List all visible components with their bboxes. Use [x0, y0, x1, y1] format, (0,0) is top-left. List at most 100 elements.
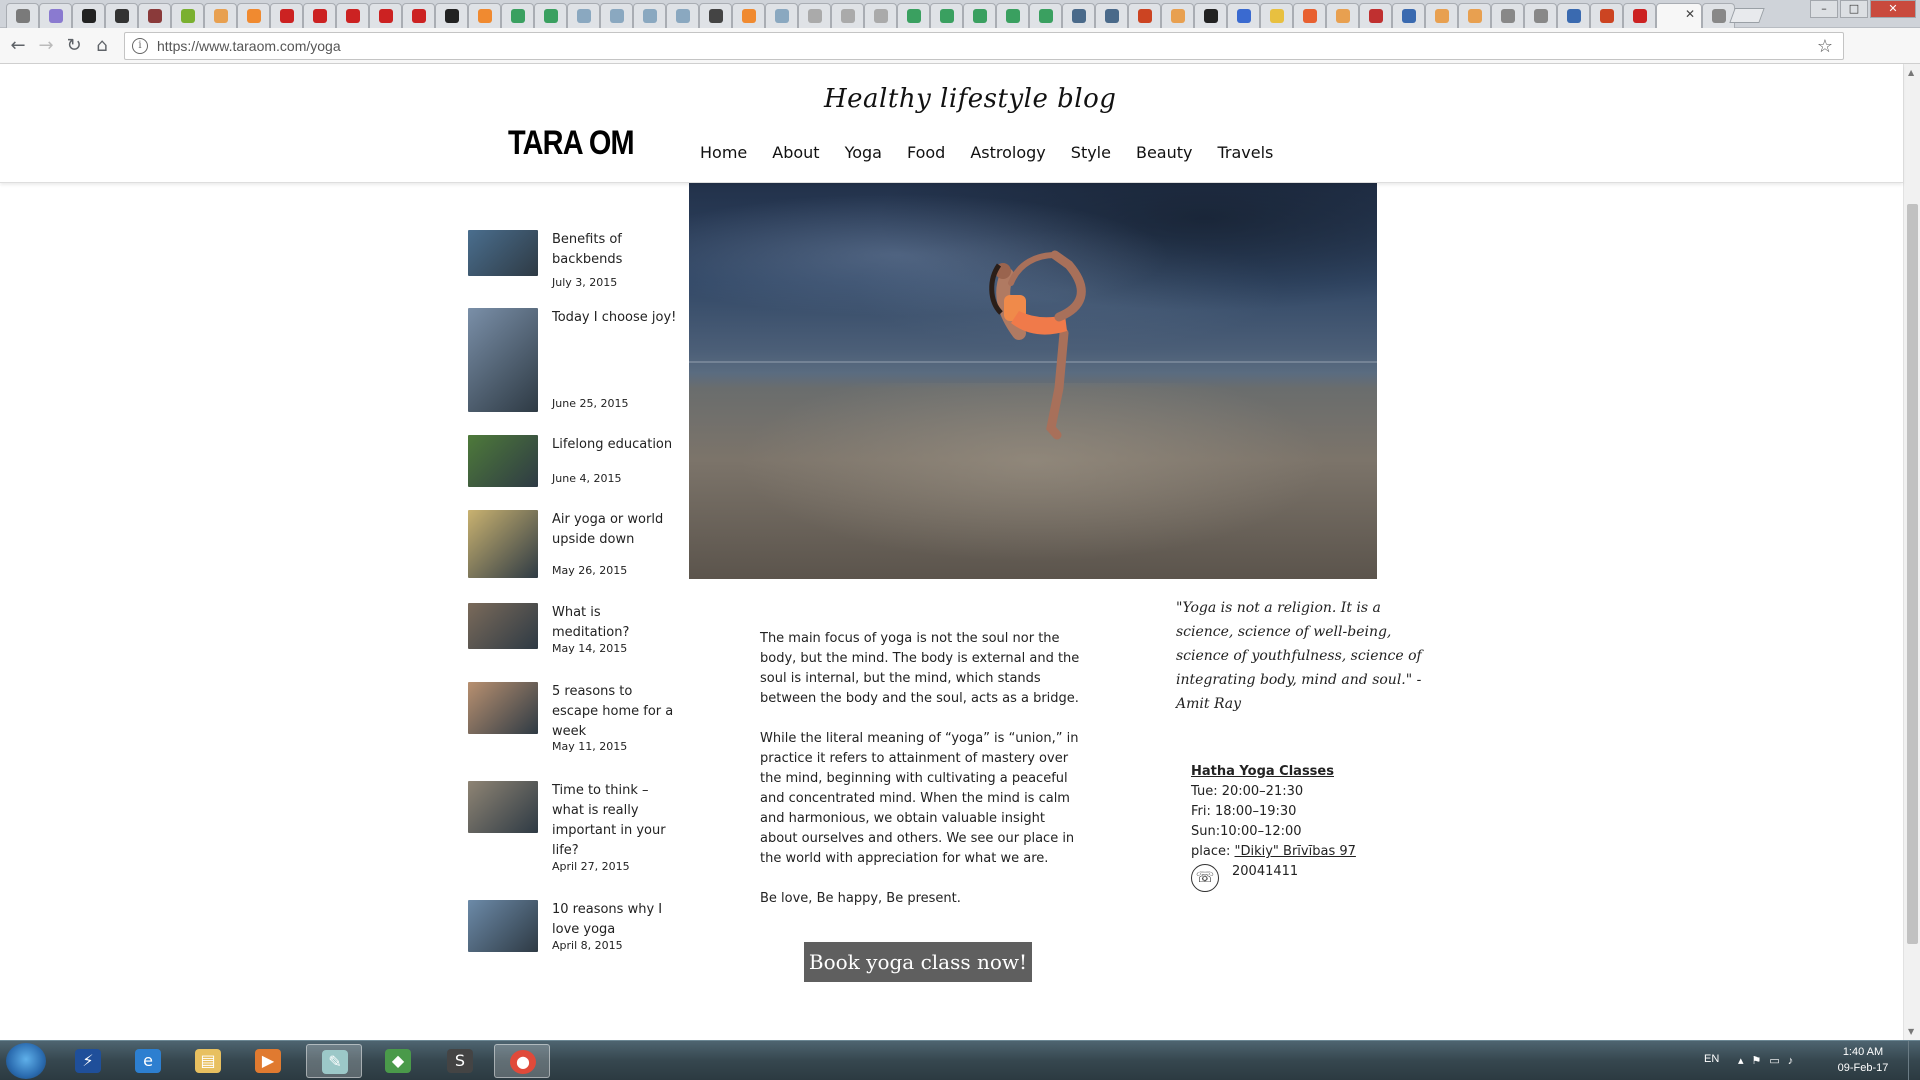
browser-tab[interactable]: [72, 3, 105, 28]
taskbar-app[interactable]: ◆: [370, 1044, 426, 1078]
post-title[interactable]: Today I choose joy!: [552, 308, 677, 328]
post-thumbnail[interactable]: [468, 230, 538, 276]
nav-item-about[interactable]: About: [772, 143, 819, 162]
browser-tab[interactable]: [39, 3, 72, 28]
browser-tab[interactable]: [369, 3, 402, 28]
post-thumbnail[interactable]: [468, 435, 538, 487]
browser-tab[interactable]: [699, 3, 732, 28]
post-title[interactable]: Time to think – what is really important…: [552, 781, 677, 861]
browser-tab[interactable]: [534, 3, 567, 28]
browser-tab-active[interactable]: ✕: [1656, 3, 1702, 28]
taskbar-app[interactable]: e: [120, 1044, 176, 1078]
place-link[interactable]: "Dikiy" Brīvības 97: [1235, 844, 1356, 859]
browser-tab[interactable]: [600, 3, 633, 28]
browser-tab[interactable]: [930, 3, 963, 28]
browser-tab[interactable]: [1425, 3, 1458, 28]
taskbar-app[interactable]: ✎: [306, 1044, 362, 1078]
browser-tab[interactable]: [732, 3, 765, 28]
browser-tab[interactable]: [501, 3, 534, 28]
browser-tab[interactable]: [1095, 3, 1128, 28]
nav-item-astrology[interactable]: Astrology: [970, 143, 1045, 162]
browser-tab[interactable]: [6, 3, 39, 28]
browser-tab[interactable]: [1326, 3, 1359, 28]
browser-tab[interactable]: [1359, 3, 1392, 28]
post-thumbnail[interactable]: [468, 781, 538, 833]
site-info-icon[interactable]: i: [132, 38, 148, 54]
browser-tab[interactable]: [633, 3, 666, 28]
post-thumbnail[interactable]: [468, 603, 538, 649]
browser-tab[interactable]: [666, 3, 699, 28]
taskbar-app[interactable]: S: [432, 1044, 488, 1078]
post-thumbnail[interactable]: [468, 900, 538, 952]
page-scrollbar[interactable]: ▲ ▼: [1903, 64, 1920, 1040]
maximize-button[interactable]: □: [1840, 0, 1868, 18]
address-url[interactable]: https://www.taraom.com/yoga: [157, 38, 341, 54]
post-title[interactable]: Lifelong education: [552, 435, 677, 455]
phone-number[interactable]: 20041411: [1232, 862, 1298, 882]
browser-tab[interactable]: [897, 3, 930, 28]
browser-tab[interactable]: [435, 3, 468, 28]
browser-tab[interactable]: [1293, 3, 1326, 28]
post-thumbnail[interactable]: [468, 510, 538, 578]
browser-tab[interactable]: [105, 3, 138, 28]
back-button[interactable]: ←: [6, 34, 30, 58]
post-title[interactable]: 5 reasons to escape home for a week: [552, 682, 677, 742]
browser-tab[interactable]: [171, 3, 204, 28]
browser-tab[interactable]: [1392, 3, 1425, 28]
browser-tab[interactable]: [336, 3, 369, 28]
minimize-button[interactable]: –: [1810, 0, 1838, 18]
browser-tab[interactable]: [1128, 3, 1161, 28]
post-thumbnail[interactable]: [468, 308, 538, 412]
show-desktop-button[interactable]: [1908, 1041, 1920, 1080]
browser-tab[interactable]: [1491, 3, 1524, 28]
scroll-down-icon[interactable]: ▼: [1908, 1027, 1914, 1036]
post-title[interactable]: 10 reasons why I love yoga: [552, 900, 677, 940]
classes-title[interactable]: Hatha Yoga Classes: [1191, 762, 1356, 782]
browser-tab[interactable]: [1557, 3, 1590, 28]
browser-tab[interactable]: [765, 3, 798, 28]
browser-tab[interactable]: [1029, 3, 1062, 28]
start-button[interactable]: [6, 1043, 46, 1079]
browser-tab[interactable]: [204, 3, 237, 28]
nav-item-beauty[interactable]: Beauty: [1136, 143, 1193, 162]
taskbar-app[interactable]: ▶: [240, 1044, 296, 1078]
clock-date[interactable]: 09-Feb-17: [1828, 1062, 1898, 1074]
browser-tab[interactable]: [996, 3, 1029, 28]
nav-item-home[interactable]: Home: [700, 143, 747, 162]
nav-item-food[interactable]: Food: [907, 143, 945, 162]
nav-item-yoga[interactable]: Yoga: [845, 143, 882, 162]
nav-item-travels[interactable]: Travels: [1217, 143, 1273, 162]
bookmark-star-icon[interactable]: ☆: [1817, 36, 1833, 57]
close-window-button[interactable]: ✕: [1870, 0, 1916, 18]
browser-tab[interactable]: [1194, 3, 1227, 28]
reload-button[interactable]: ↻: [62, 34, 86, 58]
post-thumbnail[interactable]: [468, 682, 538, 734]
address-bar[interactable]: i https://www.taraom.com/yoga ☆: [124, 32, 1844, 60]
scroll-up-icon[interactable]: ▲: [1908, 68, 1914, 77]
browser-tab[interactable]: [1590, 3, 1623, 28]
browser-tab[interactable]: [1458, 3, 1491, 28]
browser-tab[interactable]: [1702, 3, 1735, 28]
post-title[interactable]: What is meditation?: [552, 603, 677, 643]
browser-tab[interactable]: [402, 3, 435, 28]
browser-tab[interactable]: [963, 3, 996, 28]
new-tab-button[interactable]: [1729, 8, 1765, 23]
scrollbar-thumb[interactable]: [1907, 204, 1918, 944]
tray-icons[interactable]: ▴⚑▭♪: [1738, 1054, 1801, 1067]
taskbar-app[interactable]: ●: [494, 1044, 550, 1078]
taskbar-app[interactable]: ⚡: [60, 1044, 116, 1078]
taskbar-app[interactable]: ▤: [180, 1044, 236, 1078]
clock-time[interactable]: 1:40 AM: [1828, 1046, 1898, 1058]
home-button[interactable]: ⌂: [90, 34, 114, 58]
post-title[interactable]: Benefits of backbends: [552, 230, 677, 270]
browser-tab[interactable]: [270, 3, 303, 28]
browser-tab[interactable]: [864, 3, 897, 28]
site-logo[interactable]: TARA OM: [508, 124, 635, 163]
browser-tab[interactable]: [468, 3, 501, 28]
language-indicator[interactable]: EN: [1704, 1053, 1719, 1065]
close-tab-icon[interactable]: ✕: [1685, 7, 1695, 21]
nav-item-style[interactable]: Style: [1071, 143, 1111, 162]
browser-tab[interactable]: [1623, 3, 1656, 28]
browser-tab[interactable]: [1062, 3, 1095, 28]
book-yoga-class-button[interactable]: Book yoga class now!: [804, 942, 1032, 982]
